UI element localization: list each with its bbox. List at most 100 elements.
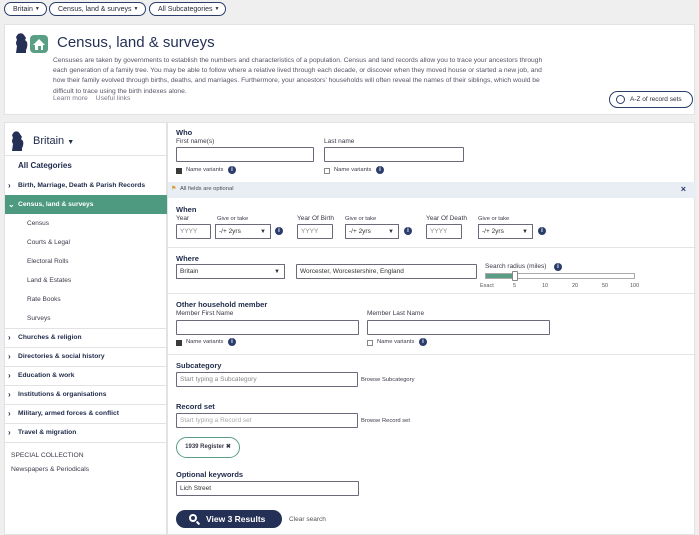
keywords-input[interactable]: Lich Street xyxy=(176,481,359,496)
year-of-death-label: Year Of Death xyxy=(426,215,467,222)
info-icon[interactable]: i xyxy=(376,166,384,174)
dropdown-arrow-icon: ▼ xyxy=(388,229,394,235)
year-input[interactable]: YYYY xyxy=(176,224,211,239)
keywords-section-title: Optional keywords xyxy=(176,470,244,479)
first-name-input[interactable] xyxy=(176,147,314,162)
search-form: Who First name(s) Last name Name variant… xyxy=(167,122,696,535)
member-last-variants-checkbox[interactable] xyxy=(367,340,373,346)
name-variants-label: Name variants xyxy=(334,167,372,173)
sidebar-all-categories[interactable]: All Categories xyxy=(18,161,72,170)
last-name-variants-checkbox[interactable] xyxy=(324,168,330,174)
subcategory-section-title: Subcategory xyxy=(176,361,222,370)
optional-fields-text: All fields are optional xyxy=(180,186,234,192)
info-icon[interactable]: i xyxy=(228,338,236,346)
category-sidebar: Britain ▼ All Categories › Birth, Marriag… xyxy=(4,122,168,535)
category-filter-label: Census, land & surveys xyxy=(58,6,132,13)
sidebar-subitem-courts-legal[interactable]: Courts & Legal xyxy=(27,239,70,246)
clear-search-link[interactable]: Clear search xyxy=(289,516,326,523)
chevron-right-icon: › xyxy=(8,181,11,190)
record-set-section-title: Record set xyxy=(176,402,215,411)
subcategory-filter-pill[interactable]: All Subcategories ▼ xyxy=(149,2,227,16)
member-first-name-input[interactable] xyxy=(176,320,359,335)
sidebar-item-newspapers[interactable]: Newspapers & Periodicals xyxy=(11,466,89,473)
info-icon[interactable]: i xyxy=(554,263,562,271)
household-section-title: Other household member xyxy=(176,300,268,309)
sidebar-item-directories[interactable]: › Directories & social history xyxy=(5,347,168,366)
radius-tick: 20 xyxy=(572,283,579,289)
browse-subcategory-link[interactable]: Browse Subcategory xyxy=(361,377,415,383)
sidebar-item-churches[interactable]: › Churches & religion xyxy=(5,328,168,347)
member-first-name-label: Member First Name xyxy=(176,310,234,317)
chevron-right-icon: › xyxy=(8,352,11,361)
year-of-death-input[interactable]: YYYY xyxy=(426,224,462,239)
year-label: Year xyxy=(176,215,190,222)
dropdown-arrow-icon: ▼ xyxy=(274,269,280,275)
first-name-variants-checkbox[interactable] xyxy=(176,168,182,174)
birth-range-select[interactable]: -/+ 2yrs ▼ xyxy=(345,224,399,239)
where-section-title: Where xyxy=(176,254,199,263)
sidebar-item-education[interactable]: › Education & work xyxy=(5,366,168,385)
category-filter-pill[interactable]: Census, land & surveys ▼ xyxy=(49,2,146,16)
info-icon[interactable]: i xyxy=(419,338,427,346)
flag-icon: ⚑ xyxy=(171,186,177,192)
first-name-label: First name(s) xyxy=(176,138,215,145)
country-filter-pill[interactable]: Britain ▼ xyxy=(4,2,47,16)
member-last-name-input[interactable] xyxy=(367,320,550,335)
category-logo-icon xyxy=(16,33,48,53)
close-icon[interactable]: × xyxy=(681,184,686,194)
subcategory-input[interactable]: Start typing a Subcategory xyxy=(176,372,358,387)
optional-fields-notice: ⚑ All fields are optional × xyxy=(168,182,696,198)
give-or-take-label: Give or take xyxy=(345,216,377,222)
year-range-select[interactable]: -/+ 2yrs ▼ xyxy=(215,224,271,239)
slider-handle[interactable] xyxy=(512,271,518,281)
birth-range-value: -/+ 2yrs xyxy=(349,228,371,235)
info-icon[interactable]: i xyxy=(538,227,546,235)
chevron-down-icon: ▼ xyxy=(67,139,75,146)
dropdown-arrow-icon: ▼ xyxy=(522,229,528,235)
subcategory-filter-label: All Subcategories xyxy=(158,6,213,13)
selected-record-set-tag[interactable]: 1939 Register ✖ xyxy=(176,437,240,458)
search-radius-slider[interactable] xyxy=(485,271,635,281)
sidebar-item-census[interactable]: ⌄ Census, land & surveys xyxy=(5,195,168,214)
az-record-sets-button[interactable]: A-Z of record sets xyxy=(609,91,693,108)
sidebar-subitem-surveys[interactable]: Surveys xyxy=(27,315,50,322)
last-name-label: Last name xyxy=(324,138,355,145)
info-icon[interactable]: i xyxy=(275,227,283,235)
name-variants-label: Name variants xyxy=(377,339,415,345)
browse-record-set-link[interactable]: Browse Record set xyxy=(361,418,410,424)
sidebar-item-label: Education & work xyxy=(18,372,75,379)
chevron-right-icon: › xyxy=(8,409,11,418)
where-country-value: Britain xyxy=(180,268,199,275)
last-name-input[interactable] xyxy=(324,147,464,162)
sidebar-item-birth-marriage-death[interactable]: › Birth, Marriage, Death & Parish Records xyxy=(5,176,168,195)
member-first-variants-checkbox[interactable] xyxy=(176,340,182,346)
sidebar-subitem-census[interactable]: Census xyxy=(27,220,49,227)
radius-tick: 10 xyxy=(542,283,549,289)
sidebar-subitem-land-estates[interactable]: Land & Estates xyxy=(27,277,71,284)
sidebar-country-label: Britain xyxy=(33,135,65,147)
sidebar-subitem-electoral-rolls[interactable]: Electoral Rolls xyxy=(27,258,69,265)
sidebar-item-label: Directories & social history xyxy=(18,353,105,360)
where-country-select[interactable]: Britain ▼ xyxy=(176,264,285,279)
chevron-right-icon: › xyxy=(8,428,11,437)
info-icon[interactable]: i xyxy=(228,166,236,174)
learn-more-link[interactable]: Learn more xyxy=(53,95,88,102)
year-of-birth-input[interactable]: YYYY xyxy=(297,224,333,239)
name-variants-label: Name variants xyxy=(186,167,224,173)
year-range-value: -/+ 2yrs xyxy=(219,228,241,235)
info-icon[interactable]: i xyxy=(404,227,412,235)
sidebar-item-label: Travel & migration xyxy=(18,429,77,436)
sidebar-subitem-rate-books[interactable]: Rate Books xyxy=(27,296,61,303)
sidebar-item-institutions[interactable]: › Institutions & organisations xyxy=(5,385,168,404)
search-icon xyxy=(189,514,197,522)
death-range-select[interactable]: -/+ 2yrs ▼ xyxy=(478,224,533,239)
useful-links-link[interactable]: Useful links xyxy=(96,95,131,102)
record-set-input[interactable]: Start typing a Record set xyxy=(176,413,358,428)
sidebar-item-military[interactable]: › Military, armed forces & conflict xyxy=(5,404,168,423)
location-input[interactable]: Worcester, Worcestershire, England xyxy=(296,264,477,279)
sidebar-item-label: Birth, Marriage, Death & Parish Records xyxy=(18,182,146,189)
sidebar-item-travel[interactable]: › Travel & migration xyxy=(5,423,168,442)
give-or-take-label: Give or take xyxy=(478,216,510,222)
country-logo-icon xyxy=(12,131,24,151)
view-results-button[interactable]: View 3 Results xyxy=(176,510,282,528)
